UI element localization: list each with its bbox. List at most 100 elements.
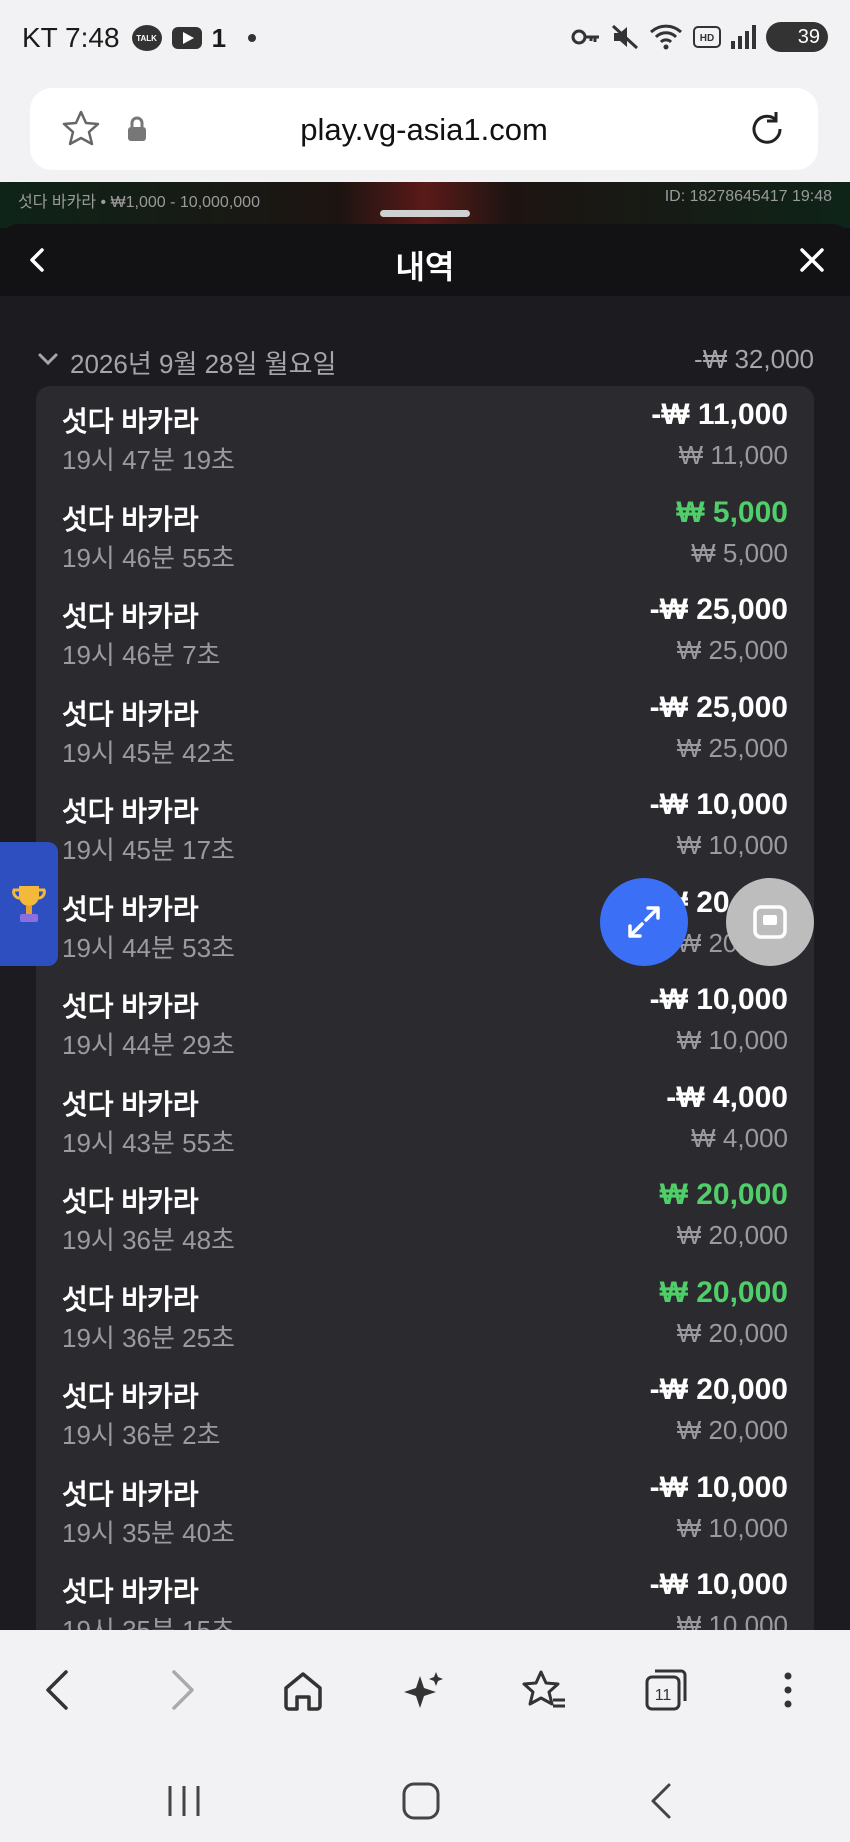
bet-amount: ₩ 25,000 bbox=[676, 732, 788, 763]
list-item[interactable]: 섯다 바카라 19시 45분 42초 -₩ 25,000 ₩ 25,000 bbox=[36, 679, 814, 776]
date-total: -₩ 32,000 bbox=[694, 344, 814, 374]
game-name: 섯다 바카라 bbox=[62, 991, 199, 1022]
list-item[interactable]: 섯다 바카라 19시 47분 19초 -₩ 11,000 ₩ 11,000 bbox=[36, 386, 814, 483]
battery-level: 39 bbox=[797, 25, 820, 48]
round-time: 19시 46분 7초 bbox=[62, 640, 221, 670]
game-name: 섯다 바카라 bbox=[62, 503, 199, 535]
game-name: 섯다 바카라 bbox=[62, 1088, 199, 1120]
list-item[interactable]: 섯다 바카라 19시 46분 7초 -₩ 25,000 ₩ 25,000 bbox=[36, 581, 814, 678]
list-item[interactable]: 섯다 바카라 19시 35분 15초 -₩ 10,000 ₩ 10,000 bbox=[36, 1556, 814, 1630]
recents-button[interactable] bbox=[154, 1776, 214, 1826]
hd-icon: HD bbox=[693, 26, 721, 48]
browser-toolbar: play.vg-asia1.com bbox=[0, 82, 850, 182]
tabs-icon: 11 bbox=[645, 1669, 687, 1711]
trophy-tab[interactable] bbox=[0, 842, 58, 966]
date-group-header[interactable]: 2026년 9월 28일 월요일 -₩ 32,000 bbox=[36, 342, 814, 382]
status-bar: KT 7:48 TALK 1 HD 39 bbox=[0, 0, 850, 82]
key-icon bbox=[571, 29, 599, 45]
reload-icon[interactable] bbox=[746, 108, 788, 150]
chevron-down-icon[interactable] bbox=[36, 350, 60, 368]
home-system-button[interactable] bbox=[391, 1776, 451, 1826]
round-time: 19시 46분 55초 bbox=[62, 542, 235, 573]
url-text[interactable]: play.vg-asia1.com bbox=[30, 112, 818, 148]
round-time: 19시 45분 42초 bbox=[62, 737, 235, 768]
tabs-button[interactable]: 11 bbox=[636, 1660, 696, 1720]
game-name: 섯다 바카라 bbox=[62, 1576, 199, 1607]
game-name: 섯다 바카라 bbox=[62, 893, 199, 925]
list-item[interactable]: 섯다 바카라 19시 45분 17초 -₩ 10,000 ₩ 10,000 bbox=[36, 776, 814, 873]
result-amount: -₩ 10,000 bbox=[649, 1568, 788, 1601]
round-time: 19시 47분 19초 bbox=[62, 445, 235, 475]
address-bar[interactable]: play.vg-asia1.com bbox=[30, 88, 818, 170]
game-name: 섯다 바카라 bbox=[62, 406, 199, 437]
game-name: 섯다 바카라 bbox=[62, 1478, 199, 1510]
round-time: 19시 44분 53초 bbox=[62, 932, 235, 963]
table-info: 섯다 바카라 • ₩1,000 - 10,000,000 bbox=[18, 194, 260, 211]
result-amount: ₩ 5,000 bbox=[676, 495, 788, 529]
result-amount: -₩ 10,000 bbox=[649, 983, 788, 1016]
signal-icon bbox=[731, 25, 756, 49]
sparkle-icon bbox=[404, 1672, 443, 1708]
round-time: 19시 35분 40초 bbox=[62, 1517, 235, 1548]
list-item[interactable]: 섯다 바카라 19시 35분 40초 -₩ 10,000 ₩ 10,000 bbox=[36, 1459, 814, 1556]
game-name: 섯다 바카라 bbox=[62, 1283, 199, 1315]
bet-amount: ₩ 20,000 bbox=[676, 1220, 788, 1250]
ai-button[interactable] bbox=[394, 1660, 454, 1720]
result-amount: -₩ 25,000 bbox=[649, 593, 788, 626]
result-amount: -₩ 25,000 bbox=[649, 690, 788, 724]
result-amount: -₩ 10,000 bbox=[649, 1470, 788, 1504]
expand-button[interactable] bbox=[600, 878, 688, 966]
result-amount: ₩ 20,000 bbox=[659, 1178, 788, 1211]
trophy-icon bbox=[12, 886, 46, 922]
bet-amount: ₩ 20,000 bbox=[676, 1415, 788, 1445]
svg-text:HD: HD bbox=[700, 33, 714, 44]
nav-back-icon bbox=[46, 1670, 68, 1710]
status-right: HD 39 bbox=[571, 22, 828, 52]
bet-amount: ₩ 10,000 bbox=[676, 1610, 788, 1630]
bet-amount: ₩ 4,000 bbox=[691, 1122, 788, 1153]
talk-icon: TALK bbox=[131, 25, 162, 51]
sheet-handle[interactable] bbox=[380, 210, 470, 217]
bookmarks-button[interactable] bbox=[515, 1660, 575, 1720]
list-item[interactable]: 섯다 바카라 19시 44분 29초 -₩ 10,000 ₩ 10,000 bbox=[36, 971, 814, 1068]
round-time: 19시 36분 2초 bbox=[62, 1420, 221, 1450]
close-icon[interactable] bbox=[796, 244, 828, 276]
list-item[interactable]: 섯다 바카라19시 44분 53초-₩ 20,000₩ 20,000 bbox=[36, 874, 814, 971]
list-item[interactable]: 섯다 바카라 19시 36분 25초 ₩ 20,000 ₩ 20,000 bbox=[36, 1264, 814, 1361]
more-button[interactable] bbox=[758, 1660, 818, 1720]
round-time: 19시 43분 55초 bbox=[62, 1127, 235, 1158]
game-id: ID: 18278645417 19:48 bbox=[664, 188, 832, 205]
youtube-icon bbox=[171, 27, 202, 49]
bet-amount: ₩ 11,000 bbox=[678, 440, 788, 470]
status-left: KT 7:48 TALK 1 bbox=[22, 22, 257, 54]
round-time: 19시 45분 17초 bbox=[62, 835, 235, 865]
bet-amount: ₩ 5,000 bbox=[691, 537, 788, 568]
bet-amount: ₩ 10,000 bbox=[676, 830, 788, 860]
pip-button[interactable] bbox=[726, 878, 814, 966]
nav-back-button[interactable] bbox=[28, 1660, 88, 1720]
list-item[interactable]: 섯다 바카라 19시 46분 55초 ₩ 5,000 ₩ 5,000 bbox=[36, 484, 814, 581]
sheet-header: 내역 bbox=[0, 224, 850, 296]
game-name: 섯다 바카라 bbox=[62, 1186, 199, 1217]
list-item[interactable]: 섯다 바카라 19시 36분 2초 -₩ 20,000 ₩ 20,000 bbox=[36, 1361, 814, 1458]
home-icon bbox=[284, 1672, 322, 1711]
game-name: 섯다 바카라 bbox=[62, 601, 199, 632]
list-item[interactable]: 섯다 바카라 19시 36분 48초 ₩ 20,000 ₩ 20,000 bbox=[36, 1166, 814, 1263]
result-amount: -₩ 11,000 bbox=[651, 398, 788, 431]
bookmarks-icon bbox=[522, 1670, 565, 1708]
result-amount: -₩ 20,000 bbox=[649, 1373, 788, 1406]
recents-icon bbox=[168, 1786, 200, 1816]
back-system-button[interactable] bbox=[630, 1776, 690, 1826]
bet-amount: ₩ 10,000 bbox=[676, 1512, 788, 1543]
back-system-icon bbox=[651, 1783, 671, 1819]
sheet-title: 내역 bbox=[395, 249, 455, 285]
nav-forward-button[interactable] bbox=[152, 1660, 212, 1720]
result-amount: -₩ 10,000 bbox=[649, 788, 788, 821]
list-item[interactable]: 섯다 바카라 19시 43분 55초 -₩ 4,000 ₩ 4,000 bbox=[36, 1069, 814, 1166]
game-name: 섯다 바카라 bbox=[62, 1381, 199, 1412]
bet-amount: ₩ 20,000 bbox=[676, 1317, 788, 1348]
mute-icon bbox=[611, 24, 639, 50]
result-amount: -₩ 4,000 bbox=[666, 1080, 788, 1114]
home-button[interactable] bbox=[273, 1660, 333, 1720]
bet-amount: ₩ 25,000 bbox=[676, 635, 788, 665]
